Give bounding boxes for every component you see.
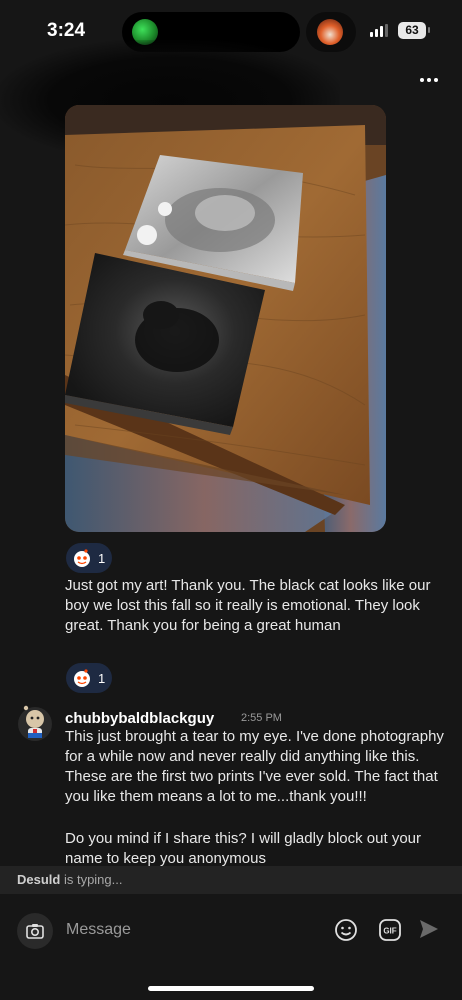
reply-text: This just brought a tear to my eye. I've… bbox=[65, 728, 444, 805]
shared-photo[interactable] bbox=[65, 105, 386, 532]
reply-username[interactable]: chubbybaldblackguy bbox=[65, 710, 214, 727]
emoji-icon[interactable] bbox=[334, 918, 358, 942]
typing-indicator: Desuld is typing... bbox=[0, 866, 462, 894]
camera-button[interactable] bbox=[17, 913, 53, 949]
send-icon[interactable] bbox=[418, 918, 440, 940]
reaction-pill[interactable]: 1 bbox=[66, 663, 112, 693]
camera-icon bbox=[26, 924, 44, 939]
message-text: Just got my art! Thank you. The black ca… bbox=[65, 577, 431, 634]
typing-user: Desuld bbox=[17, 872, 61, 887]
gif-label: GIF bbox=[383, 927, 396, 936]
reaction-count: 1 bbox=[98, 670, 106, 686]
reaction-count: 1 bbox=[98, 550, 106, 566]
gif-button[interactable]: GIF bbox=[378, 918, 402, 942]
composer: GIF bbox=[0, 894, 462, 1000]
avatar[interactable] bbox=[17, 702, 53, 742]
photo-illustration bbox=[65, 105, 386, 532]
more-icon[interactable] bbox=[416, 70, 442, 90]
status-time: 3:24 bbox=[47, 20, 86, 41]
battery-icon: 63 bbox=[398, 22, 426, 39]
gif-icon: GIF bbox=[379, 919, 401, 941]
cellular-signal-icon bbox=[370, 24, 388, 37]
battery-tip bbox=[428, 27, 430, 33]
message-input[interactable] bbox=[66, 916, 306, 944]
reply-timestamp: 2:55 PM bbox=[241, 712, 282, 724]
home-indicator[interactable] bbox=[148, 986, 314, 991]
reaction-icon bbox=[74, 549, 90, 567]
reply-text-2: Do you mind if I share this? I will glad… bbox=[65, 830, 421, 867]
reaction-icon bbox=[74, 669, 90, 687]
reaction-pill[interactable]: 1 bbox=[66, 543, 112, 573]
typing-suffix: is typing... bbox=[60, 872, 123, 887]
